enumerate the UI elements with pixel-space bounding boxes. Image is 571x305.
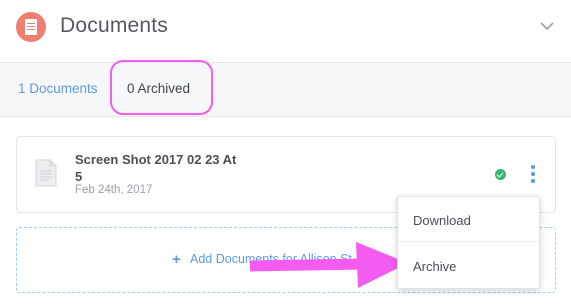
kebab-menu-icon[interactable] xyxy=(527,165,539,183)
tabs-bar: 1 Documents 0 Archived xyxy=(0,62,571,117)
menu-item-download[interactable]: Download xyxy=(398,197,539,242)
plus-icon: + xyxy=(172,251,181,268)
file-icon xyxy=(35,159,57,187)
chevron-down-icon[interactable] xyxy=(539,18,555,34)
tab-documents[interactable]: 1 Documents xyxy=(18,81,98,96)
document-icon xyxy=(16,12,46,42)
document-context-menu: Download Archive xyxy=(397,196,540,289)
menu-item-archive[interactable]: Archive xyxy=(398,243,539,288)
highlight-ring xyxy=(110,60,213,115)
document-date: Feb 24th, 2017 xyxy=(75,184,153,196)
annotation-arrow xyxy=(249,242,408,288)
check-circle-icon xyxy=(495,169,506,180)
documents-header[interactable]: Documents xyxy=(0,0,571,62)
document-name[interactable]: Screen Shot 2017 02 23 At 5 xyxy=(75,151,245,185)
page-title: Documents xyxy=(60,14,169,37)
